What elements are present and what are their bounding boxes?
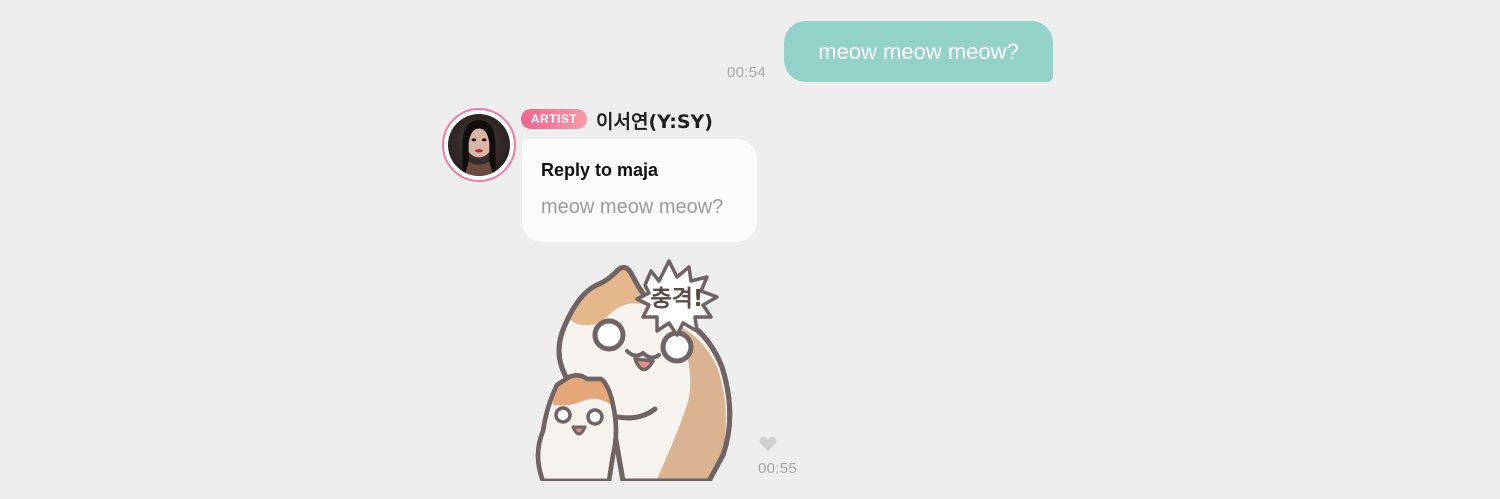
quoted-message: meow meow meow? <box>541 196 724 218</box>
reply-message-bubble[interactable]: Reply to maja meow meow meow? <box>522 139 757 242</box>
outgoing-timestamp: 00:54 <box>727 64 767 81</box>
incoming-timestamp: 00:55 <box>758 460 798 477</box>
sticker-caption: 충격! <box>651 286 704 312</box>
artist-badge: ARTIST <box>521 109 587 129</box>
heart-icon[interactable] <box>759 436 777 452</box>
shocked-cats-sticker-icon[interactable]: 충격! <box>527 255 745 481</box>
sender-name[interactable]: 이서연(Y:SY) <box>596 107 713 134</box>
chat-screen: 00:54 meow meow meow? ARTIST 이서연(Y:SY) R… <box>0 0 1500 499</box>
avatar[interactable] <box>442 108 516 182</box>
outgoing-message-bubble[interactable]: meow meow meow? <box>784 21 1053 82</box>
profile-photo-icon <box>448 114 510 176</box>
reply-title: Reply to maja <box>541 160 659 180</box>
